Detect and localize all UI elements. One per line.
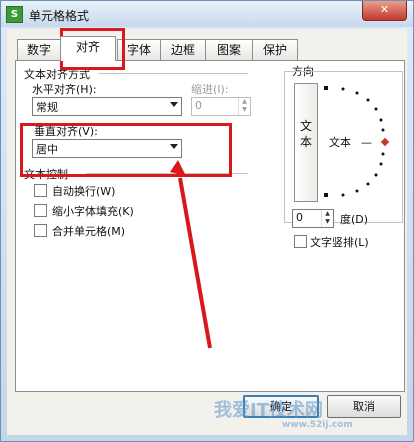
watermark-logo: 我爱IT技术网 (214, 400, 323, 421)
arrow-shaft (178, 177, 212, 349)
annotation-arrow (170, 160, 212, 349)
tab-alignment[interactable]: 对齐 (60, 36, 116, 61)
watermark-url: www.52ij.com (282, 420, 353, 430)
arrow-head-icon (170, 160, 186, 176)
